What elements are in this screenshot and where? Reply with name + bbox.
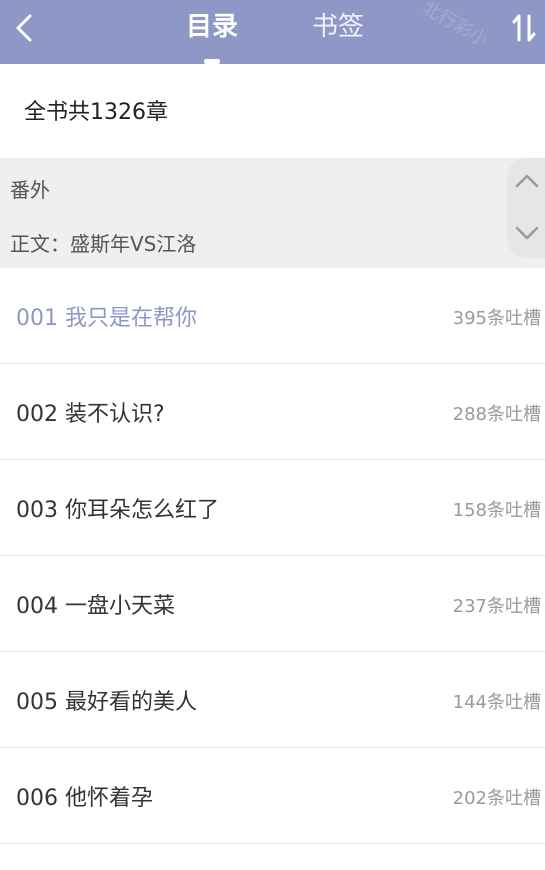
- tab-catalog[interactable]: 目录: [186, 10, 238, 44]
- comment-count: 202条吐槽: [452, 788, 541, 809]
- chevron-down-icon[interactable]: [513, 218, 541, 246]
- chapter-row[interactable]: 006 他怀着孕 202条吐槽: [0, 748, 545, 844]
- chapter-title: 006 他怀着孕: [16, 786, 153, 811]
- comment-count: 158条吐槽: [452, 500, 541, 521]
- comment-count: 144条吐槽: [452, 692, 541, 713]
- top-bar: 北行彩小 目录 书签: [0, 0, 545, 64]
- chapter-title: 003 你耳朵怎么红了: [16, 498, 219, 523]
- chapter-title: 002 装不认识?: [16, 402, 165, 427]
- chapter-total-card: 全书共1326章: [0, 72, 545, 150]
- chapter-title: 004 一盘小天菜: [16, 594, 175, 619]
- comment-count: 288条吐槽: [452, 404, 541, 425]
- tab-bookmarks[interactable]: 书签: [312, 10, 364, 44]
- sort-icon[interactable]: [508, 10, 540, 46]
- volume-item-extra[interactable]: 番外: [10, 174, 50, 203]
- comment-count: 395条吐槽: [452, 308, 541, 329]
- chapter-row[interactable]: 004 一盘小天菜 237条吐槽: [0, 556, 545, 652]
- chapter-title: 005 最好看的美人: [16, 690, 197, 715]
- chapter-total: 全书共1326章: [24, 100, 168, 125]
- back-icon[interactable]: [8, 10, 44, 46]
- chapter-row[interactable]: 003 你耳朵怎么红了 158条吐槽: [0, 460, 545, 556]
- chapter-list: 001 我只是在帮你 395条吐槽 002 装不认识? 288条吐槽 003 你…: [0, 268, 545, 844]
- watermark: 北行彩小: [418, 0, 492, 52]
- chapter-row[interactable]: 001 我只是在帮你 395条吐槽: [0, 268, 545, 364]
- volume-item-main[interactable]: 正文：盛斯年VS江洛: [10, 228, 196, 257]
- volume-scroller: [507, 158, 545, 258]
- chapter-row[interactable]: 005 最好看的美人 144条吐槽: [0, 652, 545, 748]
- chapter-title: 001 我只是在帮你: [16, 306, 197, 331]
- volume-selector: 番外 正文：盛斯年VS江洛: [0, 158, 545, 268]
- comment-count: 237条吐槽: [452, 596, 541, 617]
- chapter-row[interactable]: 002 装不认识? 288条吐槽: [0, 364, 545, 460]
- tab-indicator: [204, 59, 220, 64]
- chevron-up-icon[interactable]: [513, 168, 541, 196]
